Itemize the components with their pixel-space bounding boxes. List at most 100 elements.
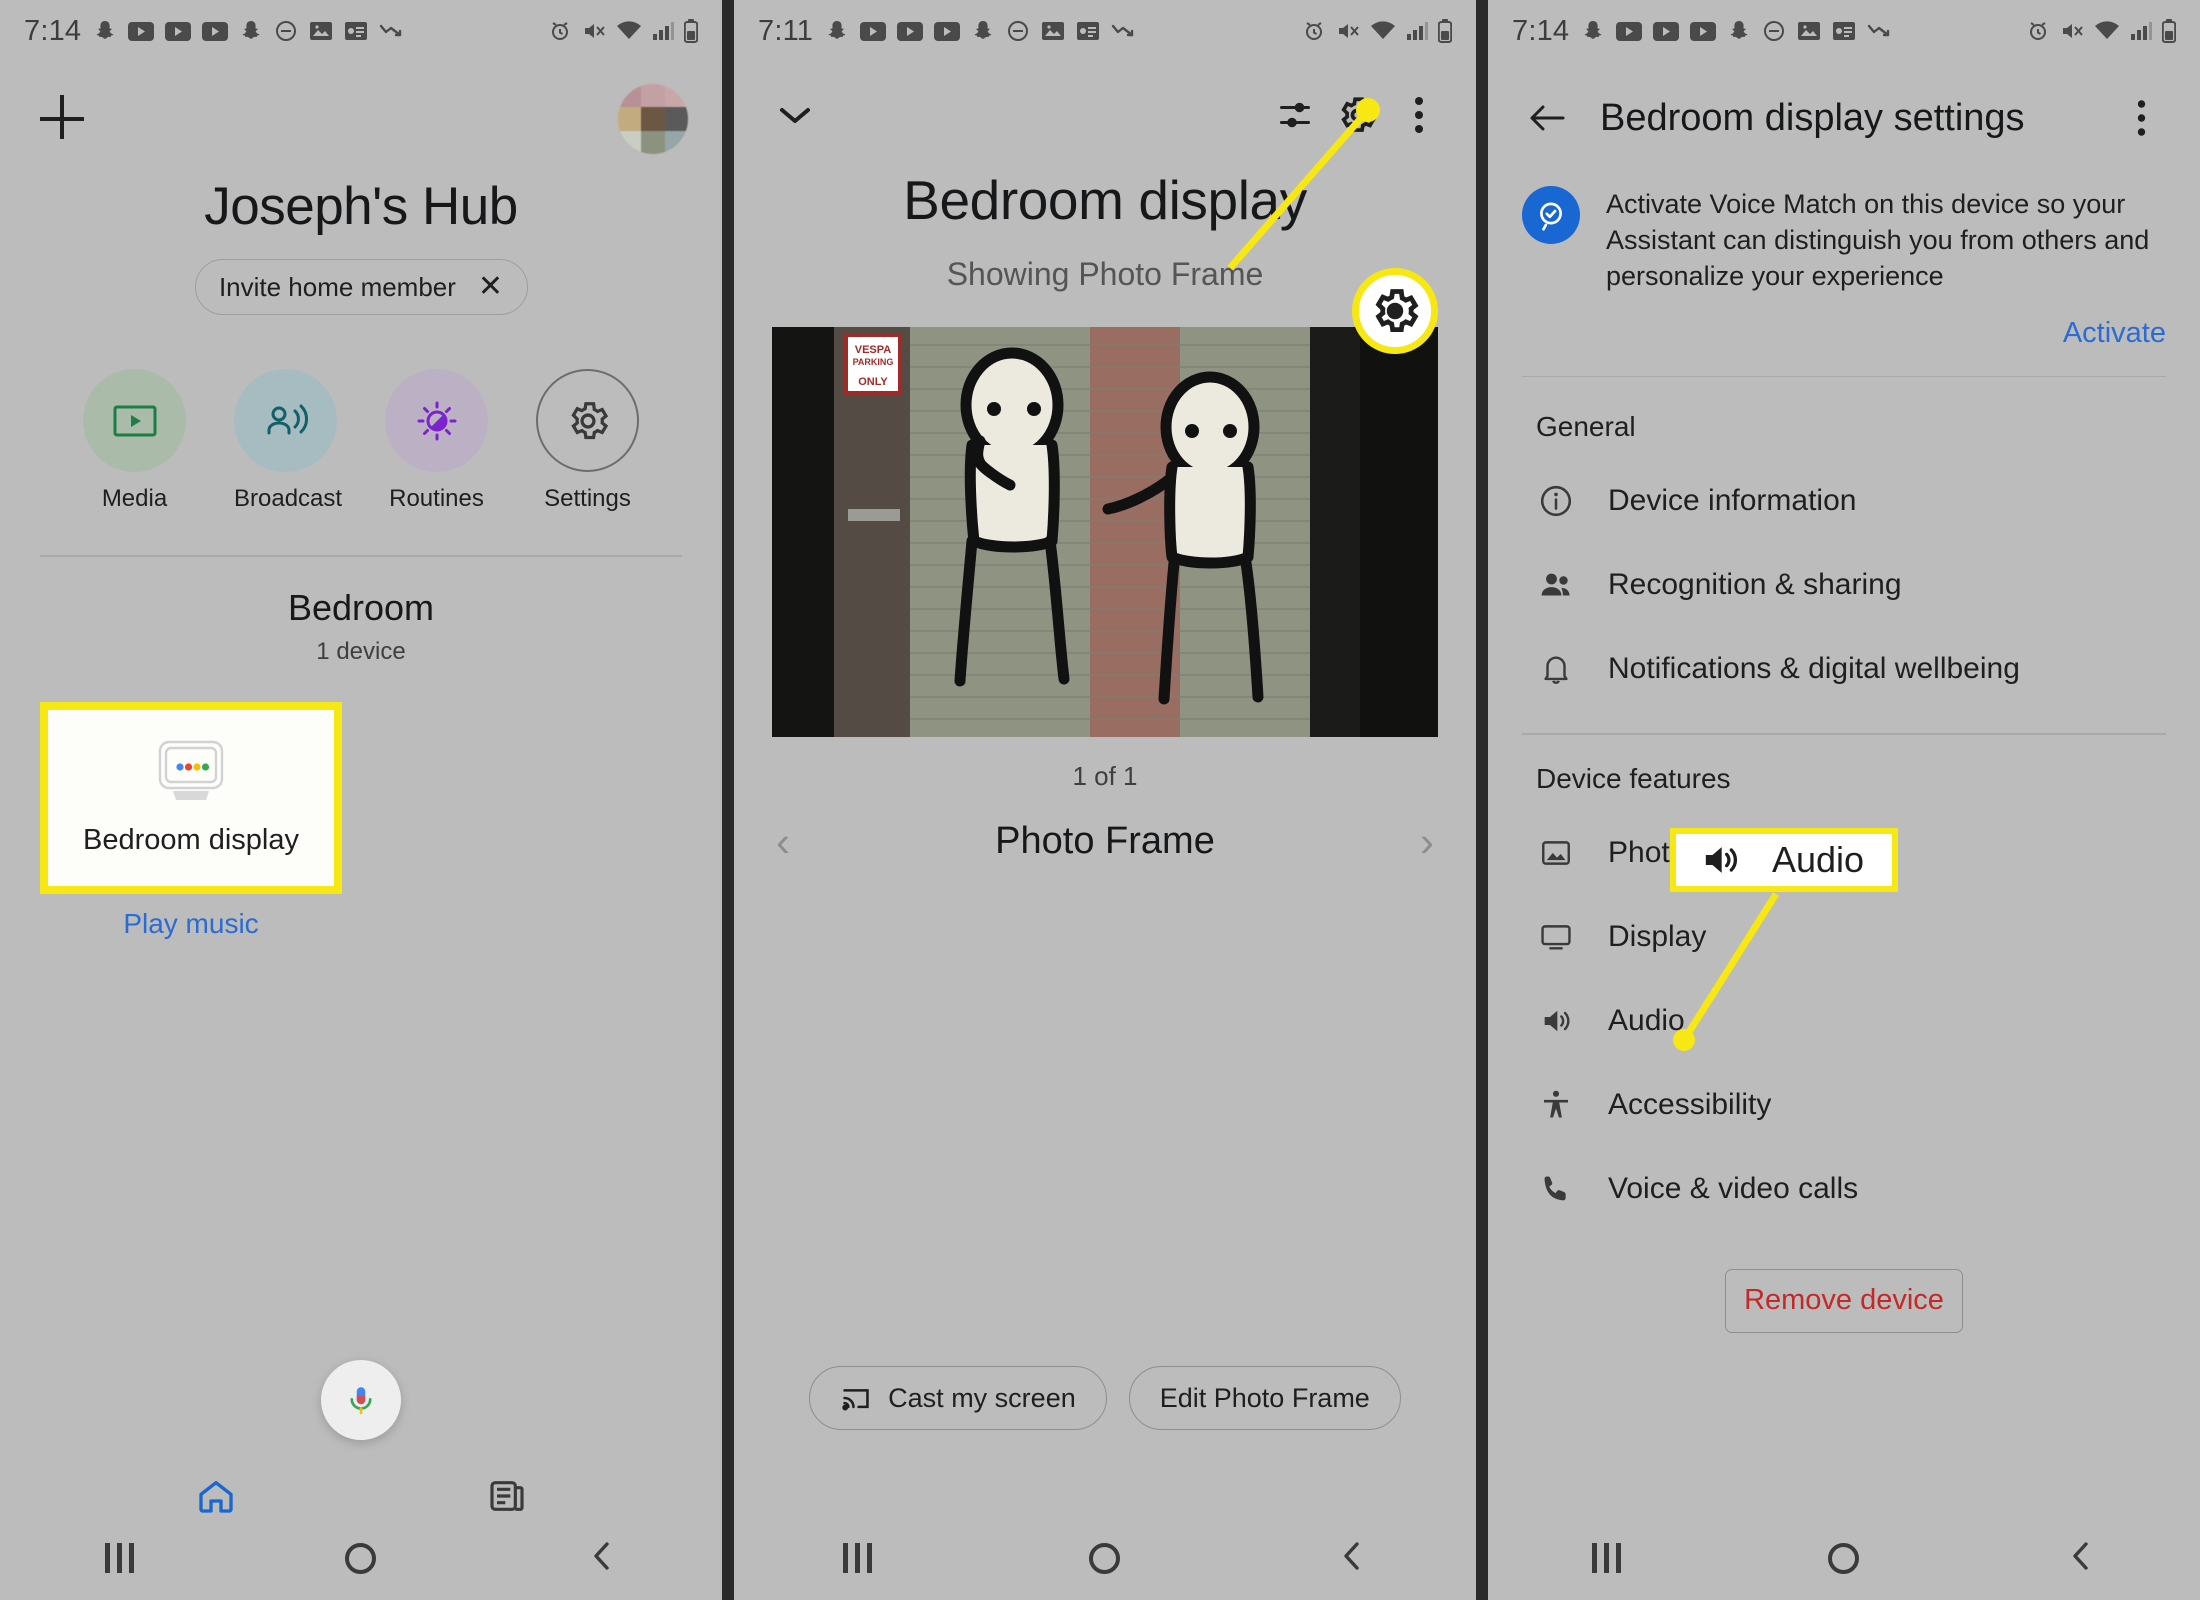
back-arrow-button[interactable] xyxy=(1516,87,1578,149)
edit-button-label: Edit Photo Frame xyxy=(1159,1382,1370,1413)
overflow-menu-button[interactable] xyxy=(1388,84,1450,146)
settings-gear-callout[interactable] xyxy=(1352,268,1438,354)
back-button[interactable] xyxy=(587,1539,617,1578)
signal-icon xyxy=(653,22,674,40)
settings-item-label: Device information xyxy=(1608,484,1857,518)
graffiti-photo: VESPA PARKING ONLY xyxy=(772,327,1438,737)
settings-bubble xyxy=(536,369,639,472)
voice-match-banner: Activate Voice Match on this device so y… xyxy=(1488,158,2200,295)
add-device-button[interactable] xyxy=(34,91,90,147)
youtube-icon xyxy=(1653,21,1680,41)
page-title: Bedroom display settings xyxy=(1600,96,2025,139)
settings-item-label: Voice & video calls xyxy=(1608,1171,1859,1205)
quick-actions-row: Media Broadcast Routines Settings xyxy=(0,369,722,513)
audio-callout-text: Audio xyxy=(1772,839,1865,880)
quick-action-settings[interactable]: Settings xyxy=(536,369,639,513)
quick-action-label: Media xyxy=(101,485,168,512)
quick-action-broadcast[interactable]: Broadcast xyxy=(234,369,343,513)
mute-icon xyxy=(585,24,605,38)
quick-action-routines[interactable]: Routines xyxy=(385,369,488,513)
broadcast-icon xyxy=(267,404,308,434)
cast-icon xyxy=(842,1389,869,1411)
system-nav-bar xyxy=(1488,1516,2200,1600)
youtube-icon xyxy=(1616,21,1643,41)
status-clock: 7:14 xyxy=(24,14,82,47)
device-detail-screen: 7:11 Bedroom display Showing Photo Frame… xyxy=(734,0,1476,1600)
settings-item-recognition-sharing[interactable]: Recognition & sharing xyxy=(1488,543,2200,627)
screen-gap xyxy=(722,0,734,1600)
settings-item-accessibility[interactable]: Accessibility xyxy=(1488,1063,2200,1147)
youtube-icon xyxy=(202,21,229,41)
photo-counter: 1 of 1 xyxy=(1072,761,1138,791)
remove-device-button[interactable]: Remove device xyxy=(1725,1268,1963,1333)
previous-frame-button[interactable]: ‹ xyxy=(776,820,790,863)
settings-item-voice-video-calls[interactable]: Voice & video calls xyxy=(1488,1147,2200,1231)
edit-photo-frame-button[interactable]: Edit Photo Frame xyxy=(1128,1366,1401,1430)
section-divider xyxy=(40,555,682,557)
settings-top-bar: Bedroom display settings xyxy=(1488,62,2200,158)
photo-frame-preview[interactable]: VESPA PARKING ONLY xyxy=(772,327,1438,737)
activate-link[interactable]: Activate xyxy=(2063,317,2166,349)
system-nav-bar xyxy=(0,1516,722,1600)
snapchat-icon xyxy=(242,21,260,39)
back-button[interactable] xyxy=(2066,1539,2096,1578)
three-screenshot-strip: 7:14 Joseph's Hub Invite home member ✕ M… xyxy=(0,0,2200,1600)
media-bubble xyxy=(83,369,186,472)
status-system-icons xyxy=(548,19,698,43)
device-card-bedroom-display[interactable]: Bedroom display xyxy=(40,702,342,894)
status-bar: 7:14 xyxy=(1488,0,2200,62)
home-button[interactable] xyxy=(1088,1542,1120,1574)
mute-icon xyxy=(1339,24,1359,38)
snapchat-icon xyxy=(96,21,114,39)
frame-name: Photo Frame xyxy=(995,820,1215,862)
settings-item-notifications-wellbeing[interactable]: Notifications & digital wellbeing xyxy=(1488,627,2200,711)
collapse-button[interactable] xyxy=(764,84,826,146)
invite-home-member-chip[interactable]: Invite home member ✕ xyxy=(194,259,528,315)
svg-text:PARKING: PARKING xyxy=(853,357,894,367)
settings-gear-button[interactable] xyxy=(1326,84,1388,146)
audio-callout-label[interactable]: Audio xyxy=(1670,828,1899,892)
back-button[interactable] xyxy=(1337,1539,1367,1578)
voice-match-icon xyxy=(1522,186,1580,244)
settings-item-device-information[interactable]: Device information xyxy=(1488,459,2200,543)
audio-icon xyxy=(1705,847,1738,873)
recents-button[interactable] xyxy=(105,1543,135,1573)
recents-button[interactable] xyxy=(1591,1543,1621,1573)
home-button[interactable] xyxy=(344,1542,376,1574)
close-icon[interactable]: ✕ xyxy=(478,272,503,302)
youtube-icon xyxy=(1690,21,1717,41)
settings-item-audio[interactable]: Audio xyxy=(1488,979,2200,1063)
snapchat-icon xyxy=(1730,21,1748,39)
quick-action-media[interactable]: Media xyxy=(83,369,186,513)
home-button[interactable] xyxy=(1827,1542,1859,1574)
nav-home-tab[interactable] xyxy=(195,1476,237,1521)
google-home-hub-screen: 7:14 Joseph's Hub Invite home member ✕ M… xyxy=(0,0,722,1600)
news-icon xyxy=(1833,22,1856,40)
settings-item-display[interactable]: Display xyxy=(1488,895,2200,979)
recents-button[interactable] xyxy=(842,1543,872,1573)
youtube-icon xyxy=(128,21,155,41)
screen-gap xyxy=(1476,0,1488,1600)
display-icon xyxy=(1536,920,1576,954)
overflow-menu-button[interactable] xyxy=(2110,87,2172,149)
section-heading-device-features: Device features xyxy=(1536,762,1731,794)
assistant-mic-button[interactable] xyxy=(321,1360,401,1440)
data-saver-icon xyxy=(1111,24,1134,37)
tune-button[interactable] xyxy=(1264,84,1326,146)
snapchat-icon xyxy=(974,21,992,39)
play-music-link[interactable]: Play music xyxy=(40,908,342,940)
next-frame-button[interactable]: › xyxy=(1420,820,1434,863)
quick-action-label: Settings xyxy=(544,485,631,512)
battery-icon xyxy=(2162,19,2176,43)
overflow-menu-icon xyxy=(1415,97,1423,133)
nav-feed-tab[interactable] xyxy=(486,1476,528,1521)
wifi-icon xyxy=(1371,21,1395,39)
cast-my-screen-button[interactable]: Cast my screen xyxy=(809,1366,1107,1430)
settings-item-label: Notifications & digital wellbeing xyxy=(1608,652,2020,686)
people-icon xyxy=(1536,567,1576,603)
section-heading-general: General xyxy=(1536,411,1636,443)
invite-chip-label: Invite home member xyxy=(218,271,456,302)
quick-action-label: Broadcast xyxy=(234,485,343,512)
avatar[interactable] xyxy=(618,84,688,154)
broadcast-bubble xyxy=(234,369,337,472)
